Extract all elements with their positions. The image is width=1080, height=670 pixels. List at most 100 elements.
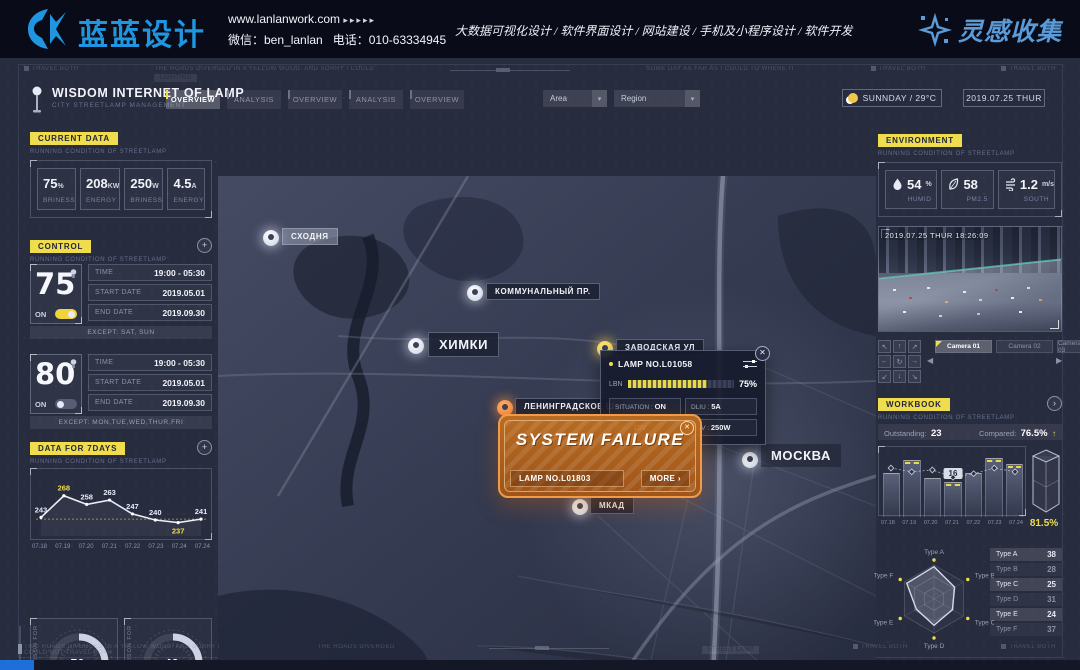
tab-overview-2[interactable]: OVERVIEW xyxy=(288,90,342,109)
map-label-kommunalny[interactable]: КОММУНАЛЬНЫЙ ПР. xyxy=(486,283,600,300)
arrow-up-left-icon[interactable]: ↖ xyxy=(878,340,891,353)
control-panel: CONTROL RUNNING CONDITION OF STREETLAMP … xyxy=(30,236,212,434)
add-button[interactable]: + xyxy=(197,440,212,455)
map-pin-khimki[interactable] xyxy=(408,338,424,354)
close-icon[interactable]: ✕ xyxy=(755,346,770,361)
video-cars xyxy=(879,227,882,229)
panel-tag: CONTROL xyxy=(30,240,91,253)
time-row[interactable]: TIME19:00 - 05:30 xyxy=(88,264,212,281)
x-tick: 07.18 xyxy=(32,544,47,550)
arrow-left-icon[interactable]: ← xyxy=(878,355,891,368)
workbook-bar[interactable] xyxy=(1006,464,1023,517)
list-item[interactable]: Type E24 xyxy=(990,608,1062,621)
x-tick: 07.23 xyxy=(148,544,163,550)
workbook-bar[interactable] xyxy=(924,478,941,518)
env-humidity: 54% HUMID xyxy=(885,170,937,209)
panel-subtitle: RUNNING CONDITION OF STREETLAMP xyxy=(30,459,212,465)
popup-cell-dliu: DLIU : 5A xyxy=(685,398,757,415)
chevron-down-icon[interactable]: ▾ xyxy=(592,90,607,107)
panel-tag: WORKBOOK xyxy=(878,398,950,411)
brightness-box: 80 ON xyxy=(30,354,82,414)
tab-analysis-2[interactable]: ANALYSIS xyxy=(349,90,403,109)
camera-button[interactable]: Camera 01 xyxy=(935,340,992,353)
workbook-bar[interactable] xyxy=(903,460,920,517)
tab-analysis-1[interactable]: ANALYSIS xyxy=(227,90,281,109)
chevron-down-icon[interactable]: ▾ xyxy=(685,90,700,107)
list-item[interactable]: Type A38 xyxy=(990,548,1062,561)
map-label-shodnya[interactable]: СХОДНЯ xyxy=(282,228,338,245)
start-date-row[interactable]: START DATE2019.05.01 xyxy=(88,284,212,301)
workbook-stats: Outstanding: 23 Compared: 76.5% ↑ xyxy=(878,424,1062,440)
website-link[interactable]: www.lanlanwork.com xyxy=(228,12,340,26)
svg-text:241: 241 xyxy=(195,507,208,516)
end-date-row[interactable]: END DATE2019.09.30 xyxy=(88,304,212,321)
end-date-row[interactable]: END DATE2019.09.30 xyxy=(88,394,212,411)
wind-icon xyxy=(1005,178,1016,191)
decor-item: THE ROADS DIVERGED IN A YELLOW WOOD, AND… xyxy=(154,66,374,82)
map-label-khimki[interactable]: ХИМКИ xyxy=(428,332,499,357)
workbook-bar[interactable] xyxy=(965,473,982,517)
decor-chip: STREET LAMP xyxy=(702,646,759,654)
map-pin-shodnya[interactable] xyxy=(263,230,279,246)
list-item[interactable]: Type D31 xyxy=(990,593,1062,606)
app-root: 蓝蓝设计 www.lanlanwork.com ▸▸▸▸▸ 微信：ben_lan… xyxy=(0,0,1080,670)
radar-panel: Type AType BType CType DType EType F Typ… xyxy=(878,546,1062,652)
workbook-bar[interactable]: 16 xyxy=(944,482,961,517)
city-map[interactable]: СХОДНЯ КОММУНАЛЬНЫЙ ПР. ХИМКИ ЗАВОДСКАЯ … xyxy=(218,176,876,670)
sliders-icon[interactable] xyxy=(743,360,757,369)
tab-overview-3[interactable]: OVERVIEW xyxy=(410,90,464,109)
panel-tag: DATA FOR 7DAYS xyxy=(30,442,125,455)
workbook-bar[interactable] xyxy=(985,458,1002,517)
arrow-right-icon[interactable]: → xyxy=(908,355,921,368)
collect-logo: 灵感收集 xyxy=(918,12,1062,48)
date-text: 2019.07.25 THUR xyxy=(966,93,1042,103)
arrow-up-right-icon[interactable]: ↗ xyxy=(908,340,921,353)
map-label-moskva[interactable]: МОСКВА xyxy=(761,444,841,467)
time-row[interactable]: TIME19:00 - 05:30 xyxy=(88,354,212,371)
x-tick: 07.20 xyxy=(79,544,94,550)
decor-slider xyxy=(489,648,609,649)
map-label-mkad[interactable]: МКАД xyxy=(590,497,634,514)
refresh-icon[interactable]: ↻ xyxy=(893,355,906,368)
tab-overview-1[interactable]: OVERVIEW xyxy=(166,90,220,109)
arrow-up-icon[interactable]: ↑ xyxy=(893,340,906,353)
except-bar: EXCEPT: MON,TUE,WED,THUR,FRI xyxy=(30,416,212,429)
env-pm25: 58 PM2.5 xyxy=(941,170,993,209)
up-arrow-icon: ↑ xyxy=(1052,429,1056,438)
prev-cameras-icon[interactable]: ◀ xyxy=(927,356,933,365)
add-button[interactable]: + xyxy=(197,238,212,253)
list-item[interactable]: Type B28 xyxy=(990,563,1062,576)
brightness-box: 75 ON xyxy=(30,264,82,324)
leaf-icon xyxy=(948,178,959,191)
region-select[interactable]: Region ▾ xyxy=(614,90,700,107)
area-select[interactable]: Area ▾ xyxy=(543,90,607,107)
map-pin-kommunalny[interactable] xyxy=(467,285,483,301)
close-icon[interactable]: ✕ xyxy=(680,421,694,435)
next-cameras-icon[interactable]: ▶ xyxy=(1056,356,1062,365)
workbook-x-axis: 07.1807.1907.2007.2107.2207.2307.24 xyxy=(878,520,1026,526)
power-toggle[interactable] xyxy=(55,309,77,319)
phone-contact: 电话：010-63334945 xyxy=(333,33,446,47)
camera-dpad: ↖ ↑ ↗ ← ↻ → ↙ ↓ ↘ xyxy=(878,340,921,383)
camera-button[interactable]: Camera 03 xyxy=(1057,340,1080,353)
stat-briness: 75% BRINESS xyxy=(37,168,76,210)
list-item[interactable]: Type F37 xyxy=(990,623,1062,636)
arrow-down-icon[interactable]: ↓ xyxy=(893,370,906,383)
power-toggle[interactable] xyxy=(55,399,77,409)
map-pin-mkad[interactable] xyxy=(572,499,588,515)
camera-button[interactable]: Camera 02 xyxy=(996,340,1053,353)
decor-item: TRAVEL BOTH xyxy=(1001,66,1056,72)
map-pin-moskva[interactable] xyxy=(742,452,758,468)
x-tick: 07.21 xyxy=(102,544,117,550)
camera-panel: 2019.07.25 THUR 18:26:09 ↖ ↑ ↗ ← ↻ → ↙ ↓… xyxy=(878,226,1062,386)
stat-energy-a: 4.5A ENERGY xyxy=(167,168,205,210)
environment-panel: ENVIRONMENT RUNNING CONDITION OF STREETL… xyxy=(878,130,1062,222)
arrow-down-left-icon[interactable]: ↙ xyxy=(878,370,891,383)
workbook-bar[interactable] xyxy=(883,473,900,517)
chevron-right-button[interactable]: › xyxy=(1047,396,1062,411)
start-date-row[interactable]: START DATE2019.05.01 xyxy=(88,374,212,391)
camera-video-feed[interactable]: 2019.07.25 THUR 18:26:09 xyxy=(878,226,1062,332)
list-item[interactable]: Type C25 xyxy=(990,578,1062,591)
arrow-down-right-icon[interactable]: ↘ xyxy=(908,370,921,383)
more-button[interactable]: MORE › xyxy=(641,470,690,487)
